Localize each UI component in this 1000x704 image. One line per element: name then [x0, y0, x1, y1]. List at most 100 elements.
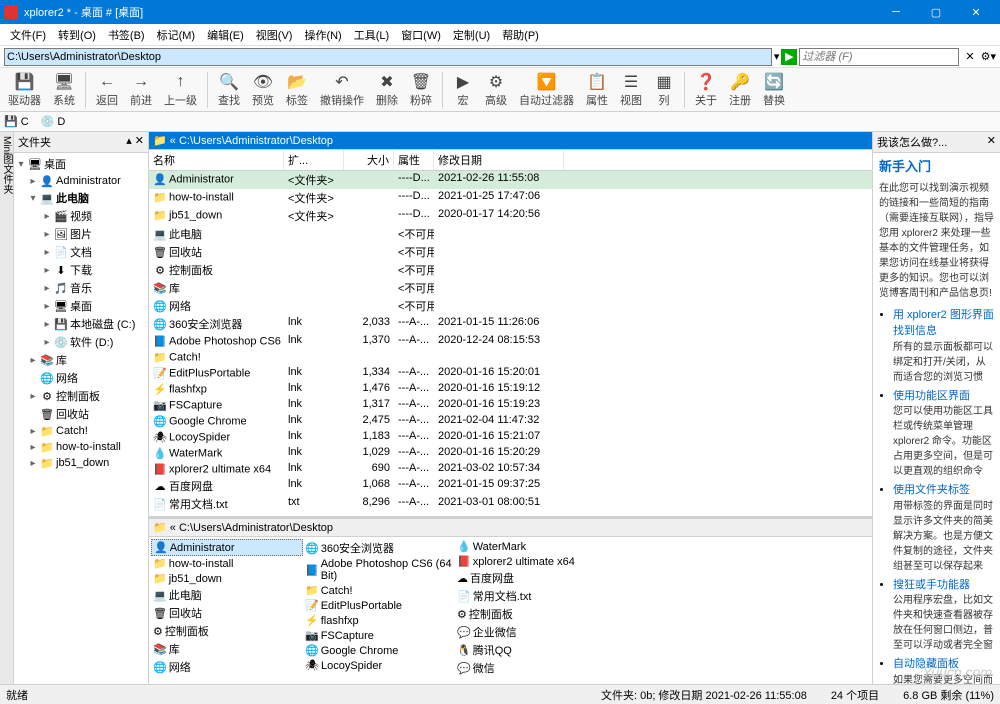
expand-icon[interactable]: ▸ [42, 283, 52, 294]
menu-item[interactable]: 视图(V) [250, 25, 299, 45]
drive-item[interactable]: 💾 C [4, 115, 29, 128]
grid-item[interactable]: 💬企业微信 [455, 623, 607, 641]
help-item[interactable]: 用 xplorer2 图形界面 找到信息所有的显示面板都可以绑定和打开/关闭，从… [893, 307, 994, 385]
file-row[interactable]: 🗑回收站<不可用> [149, 243, 872, 261]
tree-node[interactable]: ▸📁how-to-install [14, 439, 148, 455]
upper-pane-header[interactable]: 📁 « C:\Users\Administrator\Desktop [149, 132, 872, 150]
grid-item[interactable]: 📘Adobe Photoshop CS6 (64 Bit) [303, 557, 455, 583]
tree-node[interactable]: 🗑回收站 [14, 405, 148, 423]
menu-item[interactable]: 文件(F) [4, 25, 52, 45]
grid-item[interactable]: 🌐网络 [151, 658, 303, 676]
file-row[interactable]: 💧WaterMarklnk1,029---A-...2020-01-16 15:… [149, 445, 872, 461]
toolbar-button[interactable]: 🔍查找 [214, 70, 244, 110]
tree-node[interactable]: ▸👤Administrator [14, 173, 148, 189]
expand-icon[interactable]: ▸ [42, 265, 52, 276]
file-row[interactable]: 🕷LocoySpiderlnk1,183---A-...2020-01-16 1… [149, 429, 872, 445]
file-row[interactable]: 📄常用文档.txttxt8,296---A-...2021-03-01 08:0… [149, 495, 872, 513]
close-button[interactable]: ✕ [956, 0, 996, 24]
menu-item[interactable]: 定制(U) [447, 25, 496, 45]
lower-grid[interactable]: 👤Administrator📁how-to-install📁jb51_down💻… [149, 537, 872, 684]
tree-node[interactable]: ▸🖥桌面 [14, 297, 148, 315]
toolbar-button[interactable]: 📂标签 [282, 70, 312, 110]
help-body[interactable]: 新手入门 在此您可以找到演示视频的链接和一些简短的指南（需要连接互联网），指导您… [873, 153, 1000, 684]
expand-icon[interactable]: ▸ [42, 247, 52, 258]
toolbar-button[interactable]: ←返回 [92, 70, 122, 110]
toolbar-button[interactable]: 🔄替换 [759, 70, 789, 110]
expand-icon[interactable]: ▸ [42, 319, 52, 330]
grid-item[interactable]: 🐧腾讯QQ [455, 641, 607, 659]
col-size[interactable]: 大小 [344, 150, 394, 170]
help-link[interactable]: 搜狂或手功能器 [893, 579, 970, 591]
side-tab[interactable]: Mini图文件夹 [0, 132, 14, 684]
grid-item[interactable]: ☁百度网盘 [455, 569, 607, 587]
expand-icon[interactable]: ▸ [28, 442, 38, 453]
go-button[interactable]: ▶ [781, 49, 797, 65]
tree-node[interactable]: ▸🎬视频 [14, 207, 148, 225]
col-attr[interactable]: 属性 [394, 150, 434, 170]
file-row[interactable]: ☁百度网盘lnk1,068---A-...2021-01-15 09:37:25 [149, 477, 872, 495]
tree-node[interactable]: ▸📄文档 [14, 243, 148, 261]
menu-item[interactable]: 标记(M) [151, 25, 202, 45]
col-date[interactable]: 修改日期 [434, 150, 564, 170]
maximize-button[interactable]: ▢ [916, 0, 956, 24]
file-row[interactable]: 👤Administrator<文件夹>----D...2021-02-26 11… [149, 171, 872, 189]
grid-item[interactable]: ⚡flashfxp [303, 613, 455, 628]
expand-icon[interactable]: ▾ [16, 159, 26, 170]
grid-item[interactable]: ⚙控制面板 [151, 622, 303, 640]
path-dropdown-icon[interactable]: ▾ [774, 50, 780, 63]
col-ext[interactable]: 扩... [284, 150, 344, 170]
filter-clear-button[interactable]: ✕ [961, 50, 978, 63]
menu-item[interactable]: 转到(O) [52, 25, 102, 45]
minimize-button[interactable]: ─ [876, 0, 916, 24]
toolbar-button[interactable]: 🔽自动过滤器 [515, 70, 578, 110]
file-list[interactable]: 名称 扩... 大小 属性 修改日期 👤Administrator<文件夹>--… [149, 150, 872, 519]
grid-item[interactable]: 📄常用文档.txt [455, 587, 607, 605]
menu-item[interactable]: 帮助(P) [496, 25, 545, 45]
grid-item[interactable]: ⚙控制面板 [455, 605, 607, 623]
tree-node[interactable]: ▸📁Catch! [14, 423, 148, 439]
grid-item[interactable]: 🌐Google Chrome [303, 643, 455, 658]
menu-item[interactable]: 书签(B) [102, 25, 151, 45]
file-row[interactable]: 📷FSCapturelnk1,317---A-...2020-01-16 15:… [149, 397, 872, 413]
help-item[interactable]: 搜狂或手功能器公用程序宏盘，比如文件夹和快速查看器被存放在任何窗口侧边，普至可以… [893, 577, 994, 654]
toolbar-button[interactable]: 💾驱动器 [4, 70, 45, 110]
expand-icon[interactable]: ▸ [42, 211, 52, 222]
toolbar-button[interactable]: 👁预览 [248, 70, 278, 110]
grid-item[interactable]: 📁Catch! [303, 583, 455, 598]
grid-item[interactable]: 🗑回收站 [151, 604, 303, 622]
grid-item[interactable]: 💧WaterMark [455, 539, 607, 554]
expand-icon[interactable]: ▸ [28, 355, 38, 366]
help-close-icon[interactable]: ✕ [987, 134, 996, 150]
toolbar-button[interactable]: ❓关于 [691, 70, 721, 110]
expand-icon[interactable]: ▾ [28, 193, 38, 204]
expand-icon[interactable]: ▸ [42, 229, 52, 240]
file-row[interactable]: 💻此电脑<不可用> [149, 225, 872, 243]
tree-node[interactable]: ▸📚库 [14, 351, 148, 369]
grid-item[interactable]: 📁how-to-install [151, 556, 303, 571]
grid-item[interactable]: 📚库 [151, 640, 303, 658]
grid-item[interactable]: 📕xplorer2 ultimate x64 [455, 554, 607, 569]
help-link[interactable]: 使用功能区界面 [893, 390, 970, 402]
toolbar-button[interactable]: 📋属性 [582, 70, 612, 110]
toolbar-button[interactable]: ✖删除 [372, 70, 402, 110]
menu-item[interactable]: 操作(N) [298, 25, 347, 45]
toolbar-button[interactable]: 🖥系统 [49, 70, 79, 110]
help-link[interactable]: 用 xplorer2 图形界面 找到信息 [893, 309, 994, 338]
menu-item[interactable]: 工具(L) [348, 25, 395, 45]
file-row[interactable]: 🌐网络<不可用> [149, 297, 872, 315]
toolbar-button[interactable]: 🔑注册 [725, 70, 755, 110]
file-row[interactable]: 📕xplorer2 ultimate x64lnk690---A-...2021… [149, 461, 872, 477]
tree-node[interactable]: ▾💻此电脑 [14, 189, 148, 207]
tree-node[interactable]: ▸🖼图片 [14, 225, 148, 243]
file-row[interactable]: 📁Catch! [149, 349, 872, 365]
menu-item[interactable]: 窗口(W) [395, 25, 447, 45]
expand-icon[interactable]: ▸ [42, 337, 52, 348]
grid-item[interactable]: 💻此电脑 [151, 586, 303, 604]
toolbar-button[interactable]: 🗑粉碎 [406, 70, 436, 110]
file-row[interactable]: 📝EditPlusPortablelnk1,334---A-...2020-01… [149, 365, 872, 381]
expand-icon[interactable]: ▸ [42, 301, 52, 312]
grid-item[interactable]: 📝EditPlusPortable [303, 598, 455, 613]
tree-node[interactable]: ▸💿软件 (D:) [14, 333, 148, 351]
grid-item[interactable]: 📷FSCapture [303, 628, 455, 643]
file-row[interactable]: 📁how-to-install<文件夹>----D...2021-01-25 1… [149, 189, 872, 207]
